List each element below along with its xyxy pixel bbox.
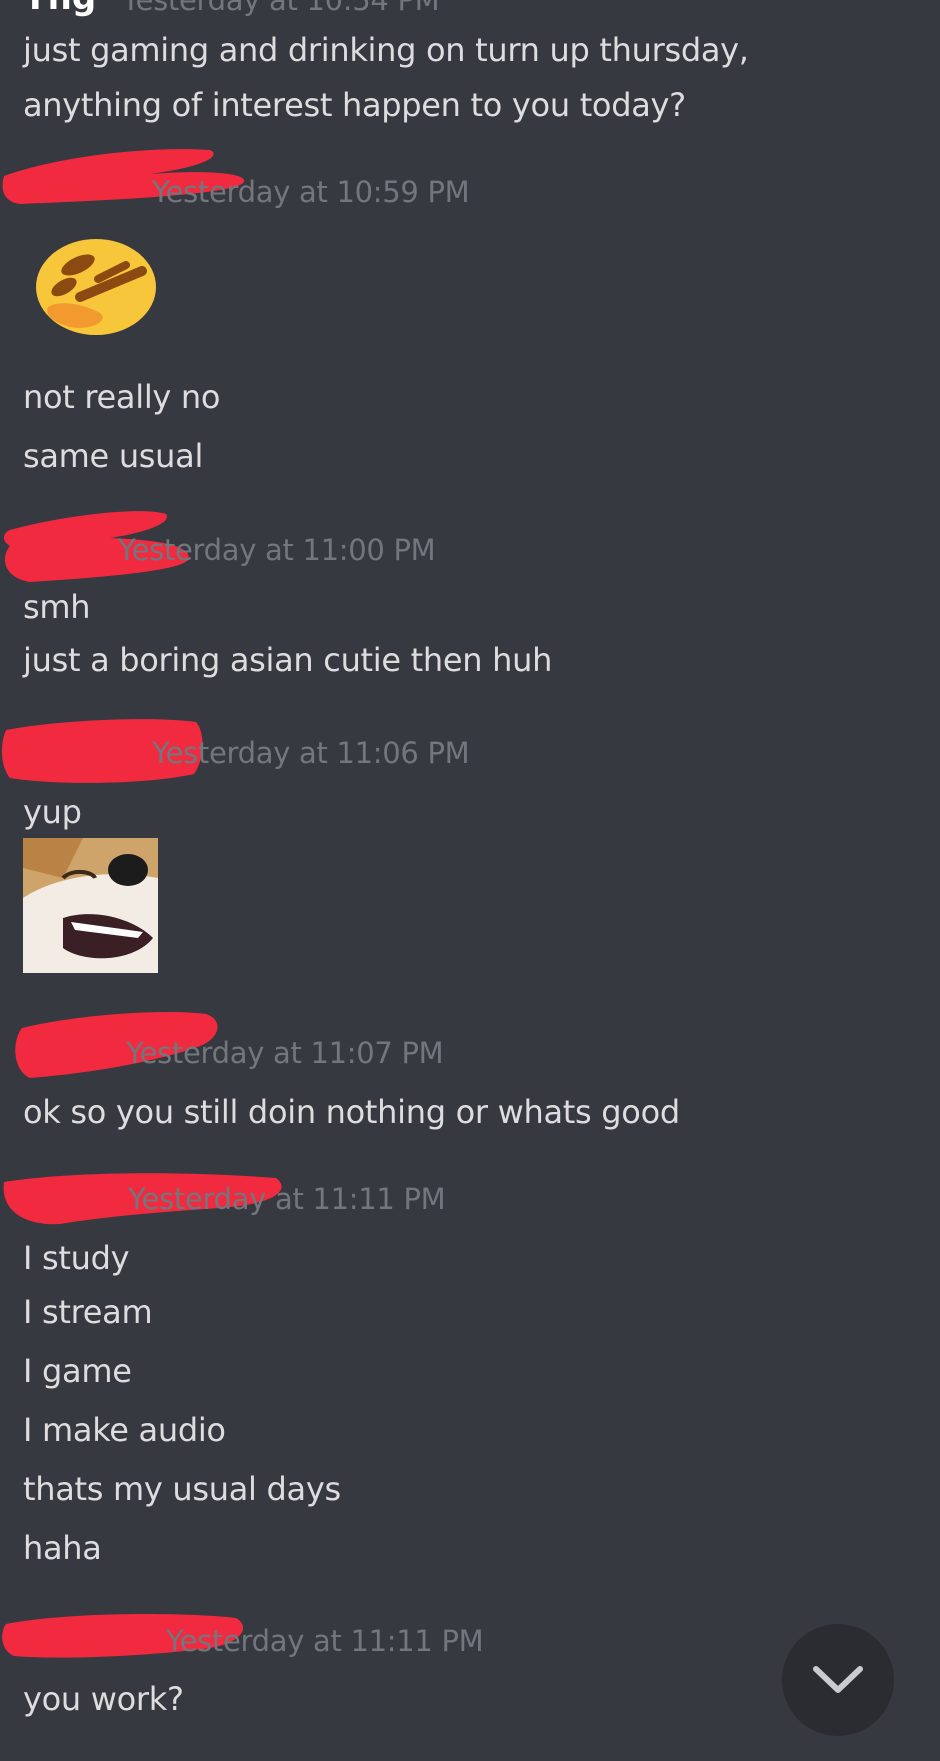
message-author[interactable]: Yng (23, 0, 96, 18)
message-text: I stream (23, 1293, 153, 1331)
message-text: I make audio (23, 1411, 226, 1449)
message-text: smh (23, 588, 91, 626)
message-text: haha (23, 1529, 102, 1567)
message-timestamp: Yesterday at 11:11 PM (128, 1182, 446, 1216)
message-text: I game (23, 1352, 132, 1390)
message-text: yup (23, 793, 82, 831)
message-text: not really no (23, 378, 221, 416)
message-text: you work? (23, 1680, 184, 1718)
message-text: I study (23, 1239, 130, 1277)
laughing-dog-image[interactable] (23, 838, 158, 973)
message-timestamp: Yesterday at 11:07 PM (126, 1036, 444, 1070)
message-timestamp: Yesterday at 11:00 PM (118, 533, 436, 567)
jump-to-present-button[interactable] (782, 1624, 894, 1736)
message-text: anything of interest happen to you today… (23, 86, 686, 124)
thinking-emoji-sticker[interactable] (30, 235, 160, 343)
message-timestamp: Yesterday at 11:06 PM (152, 736, 470, 770)
chevron-down-icon (813, 1666, 863, 1693)
message-timestamp: Yesterday at 10:54 PM (122, 0, 440, 17)
message-text: ok so you still doin nothing or whats go… (23, 1093, 680, 1131)
message-text: thats my usual days (23, 1470, 341, 1508)
message-text: just gaming and drinking on turn up thur… (23, 31, 749, 69)
message-timestamp: Yesterday at 11:11 PM (166, 1624, 484, 1658)
message-text: just a boring asian cutie then huh (23, 641, 553, 679)
message-timestamp: Yesterday at 10:59 PM (152, 175, 470, 209)
message-text: same usual (23, 437, 204, 475)
